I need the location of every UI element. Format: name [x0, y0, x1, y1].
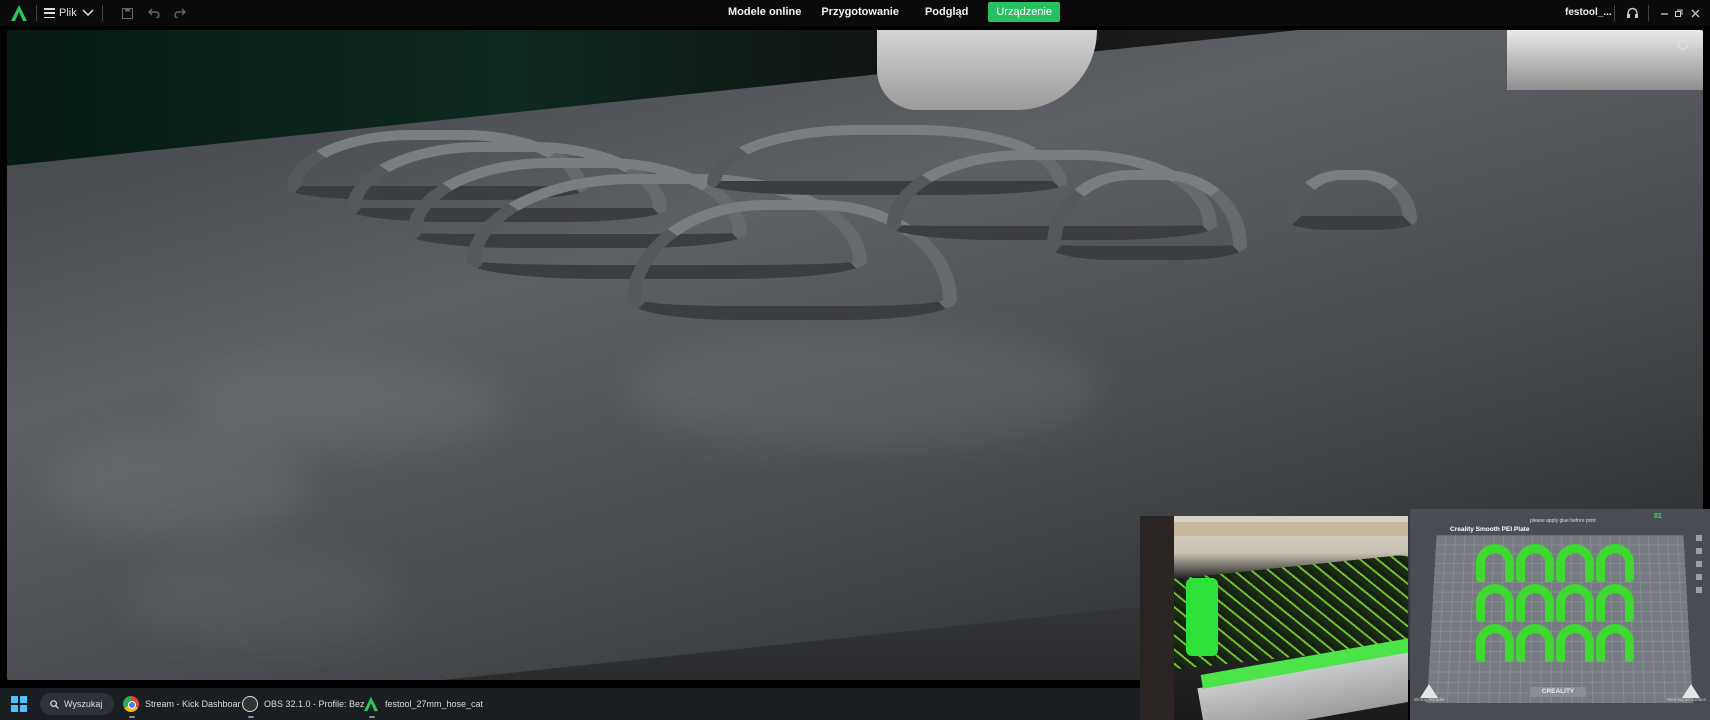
plate-part — [1596, 624, 1634, 662]
taskbar-item-label: Stream - Kick Dashboar — [145, 699, 241, 709]
taskbar-item-obs[interactable]: OBS 32.1.0 - Profile: Bez — [242, 693, 365, 718]
printer-frame — [1507, 30, 1703, 90]
creality-print-logo-icon — [11, 5, 27, 21]
plate-part — [1476, 544, 1514, 582]
reflection — [187, 360, 507, 450]
plate-part — [1516, 624, 1554, 662]
running-indicator — [369, 716, 375, 718]
plate-preview-overlay: please apply glue before print Creality … — [1410, 509, 1710, 720]
windows-taskbar: Wyszukaj Stream - Kick Dashboar OBS 32.1… — [0, 688, 1140, 720]
tab-prepare[interactable]: Przygotowanie — [813, 2, 907, 22]
file-menu-label: Plik — [59, 7, 77, 19]
plate-number: 01 — [1654, 513, 1662, 520]
redo-icon[interactable] — [172, 4, 188, 22]
plate-part — [1516, 584, 1554, 622]
plate-note: please apply glue before print — [1530, 518, 1596, 524]
plate-part — [1516, 544, 1554, 582]
chrome-icon — [123, 696, 139, 712]
plate-part — [1556, 584, 1594, 622]
plate-part — [1476, 624, 1514, 662]
hamburger-icon — [44, 8, 55, 18]
save-icon[interactable] — [119, 4, 135, 22]
creality-icon — [363, 696, 379, 712]
webcam-green-clip — [1186, 578, 1218, 656]
plate-part — [1596, 544, 1634, 582]
webcam-frame — [1140, 516, 1174, 720]
taskbar-item-chrome[interactable]: Stream - Kick Dashboar — [123, 693, 241, 718]
title-separator — [1614, 5, 1615, 21]
webcam-rail — [1140, 522, 1408, 536]
plate-part — [1476, 584, 1514, 622]
reflection — [47, 430, 307, 540]
close-icon[interactable] — [1686, 4, 1704, 22]
main-tabs: Modele online Przygotowanie Podgląd Urzą… — [720, 2, 1060, 22]
taskbar-item-label: festool_27mm_hose_cat — [385, 699, 484, 709]
search-label: Wyszukaj — [64, 699, 103, 709]
title-bar: Plik Modele online Przygotowanie Podgląd… — [0, 0, 1710, 26]
plate-part — [1596, 584, 1634, 622]
chevron-down-icon[interactable] — [80, 4, 96, 22]
plate-part — [1556, 624, 1594, 662]
headset-icon[interactable] — [1623, 4, 1641, 22]
title-separator — [102, 5, 103, 21]
plate-brand-label: CREALITY — [1530, 687, 1586, 697]
right-corner-label: Warning on surface — [1667, 697, 1706, 702]
view-tool-icon[interactable] — [1696, 535, 1702, 541]
plate-name: Creality Smooth PEI Plate — [1450, 526, 1530, 533]
preview-side-toolbar — [1696, 535, 1702, 593]
running-indicator — [129, 716, 135, 718]
project-file-name: festool_... — [1565, 7, 1612, 18]
title-separator — [36, 5, 37, 21]
view-tool-icon[interactable] — [1696, 587, 1702, 593]
plate-part — [1556, 544, 1594, 582]
warning-triangle-icon — [1682, 684, 1700, 698]
running-indicator — [248, 716, 254, 718]
reflection — [627, 330, 1107, 450]
view-tool-icon[interactable] — [1696, 574, 1702, 580]
warning-triangle-icon — [1420, 684, 1438, 698]
tab-online-models[interactable]: Modele online — [720, 2, 809, 22]
file-menu-button[interactable]: Plik — [44, 4, 77, 22]
view-tool-icon[interactable] — [1696, 561, 1702, 567]
tab-device[interactable]: Urządzenie — [988, 2, 1060, 22]
taskbar-item-label: OBS 32.1.0 - Profile: Bez — [264, 699, 365, 709]
refresh-icon[interactable] — [1675, 36, 1691, 52]
taskbar-search[interactable]: Wyszukaj — [40, 693, 114, 715]
left-corner-label: Wrong extruder — [1414, 697, 1445, 702]
windows-start-icon[interactable] — [11, 696, 27, 712]
reflection — [127, 550, 407, 650]
obs-icon — [242, 696, 258, 712]
taskbar-item-creality[interactable]: festool_27mm_hose_cat — [363, 693, 484, 718]
view-tool-icon[interactable] — [1696, 548, 1702, 554]
webcam-overlay — [1140, 516, 1408, 720]
undo-icon[interactable] — [146, 4, 162, 22]
title-separator — [1648, 5, 1649, 21]
restore-icon[interactable] — [1669, 4, 1687, 22]
search-icon — [50, 699, 59, 709]
tab-preview[interactable]: Podgląd — [917, 2, 976, 22]
